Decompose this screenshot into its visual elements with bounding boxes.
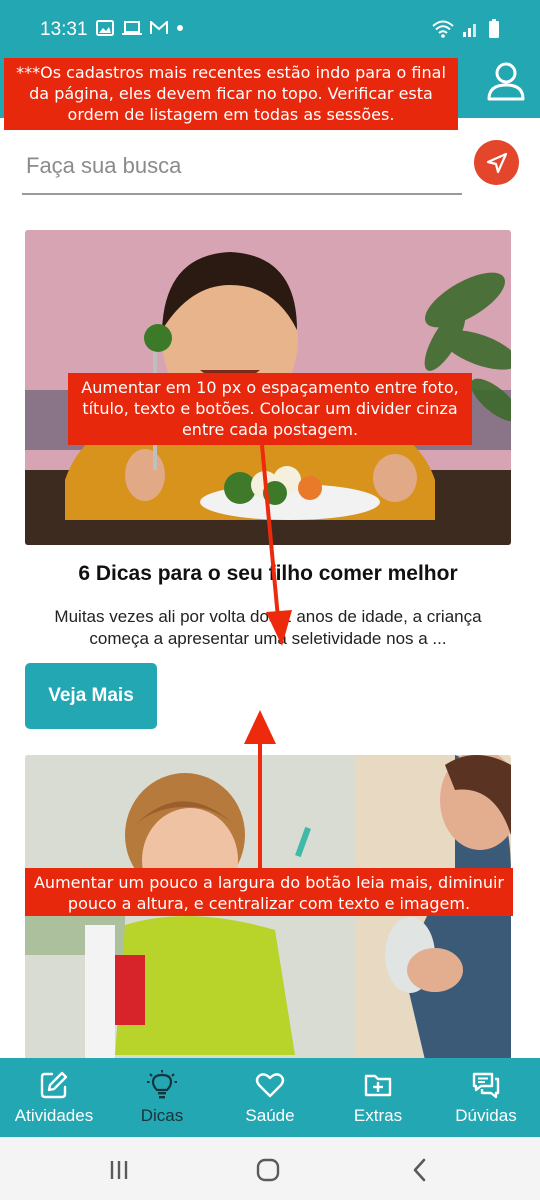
- tab-label: Dúvidas: [455, 1106, 517, 1125]
- wifi-icon: [432, 20, 454, 38]
- chat-icon: [472, 1072, 500, 1099]
- dot-icon: [177, 25, 183, 31]
- annotation-list-order: ***Os cadastros mais recentes estão indo…: [4, 58, 458, 130]
- annotation-spacing: Aumentar em 10 px o espaçamento entre fo…: [68, 373, 472, 445]
- tab-label: Extras: [353, 1106, 403, 1125]
- tab-label: Dicas: [140, 1106, 184, 1125]
- search-input[interactable]: [22, 144, 462, 188]
- back-icon[interactable]: [405, 1155, 435, 1185]
- battery-icon: [489, 19, 499, 38]
- lightbulb-icon: [147, 1070, 177, 1099]
- veja-mais-button[interactable]: Veja Mais: [25, 663, 157, 729]
- tab-extras[interactable]: Extras: [324, 1058, 432, 1137]
- post-excerpt: Muitas vezes ali por volta dos 2 anos de…: [54, 607, 482, 648]
- laptop-icon: [122, 21, 142, 35]
- annotation-button: Aumentar um pouco a largura do botão lei…: [25, 868, 513, 916]
- folder-plus-icon: [364, 1074, 392, 1097]
- tab-label: Atividades: [14, 1106, 94, 1125]
- status-notification-icons: [96, 20, 184, 36]
- tab-label: Saúde: [245, 1106, 295, 1125]
- post-title: 6 Dicas para o seu filho comer melhor: [78, 562, 458, 585]
- app-screen: 13:31 ***Os cadastros mais recentes estã…: [0, 0, 540, 1200]
- profile-button[interactable]: [486, 60, 526, 102]
- user-icon: [487, 62, 525, 101]
- navigation-arrow-icon: [486, 152, 507, 173]
- location-button[interactable]: [474, 140, 519, 185]
- tab-duvidas[interactable]: Dúvidas: [432, 1058, 540, 1137]
- heart-icon: [255, 1073, 285, 1098]
- tab-saude[interactable]: Saúde: [216, 1058, 324, 1137]
- system-navigation-bar: [0, 1137, 540, 1200]
- status-time: 13:31: [40, 19, 88, 40]
- mail-icon: [150, 21, 168, 34]
- image-icon: [96, 20, 114, 36]
- search-field: [22, 140, 462, 195]
- tab-atividades[interactable]: Atividades: [0, 1058, 108, 1137]
- tab-dicas[interactable]: Dicas: [108, 1058, 216, 1137]
- bottom-navigation: Atividades Dicas Saúde Extras Dúvidas: [0, 1058, 540, 1137]
- signal-icon: [463, 24, 476, 37]
- home-icon[interactable]: [253, 1155, 283, 1185]
- recent-apps-icon[interactable]: [104, 1155, 134, 1185]
- edit-icon: [40, 1071, 68, 1099]
- status-system-icons: [432, 19, 500, 39]
